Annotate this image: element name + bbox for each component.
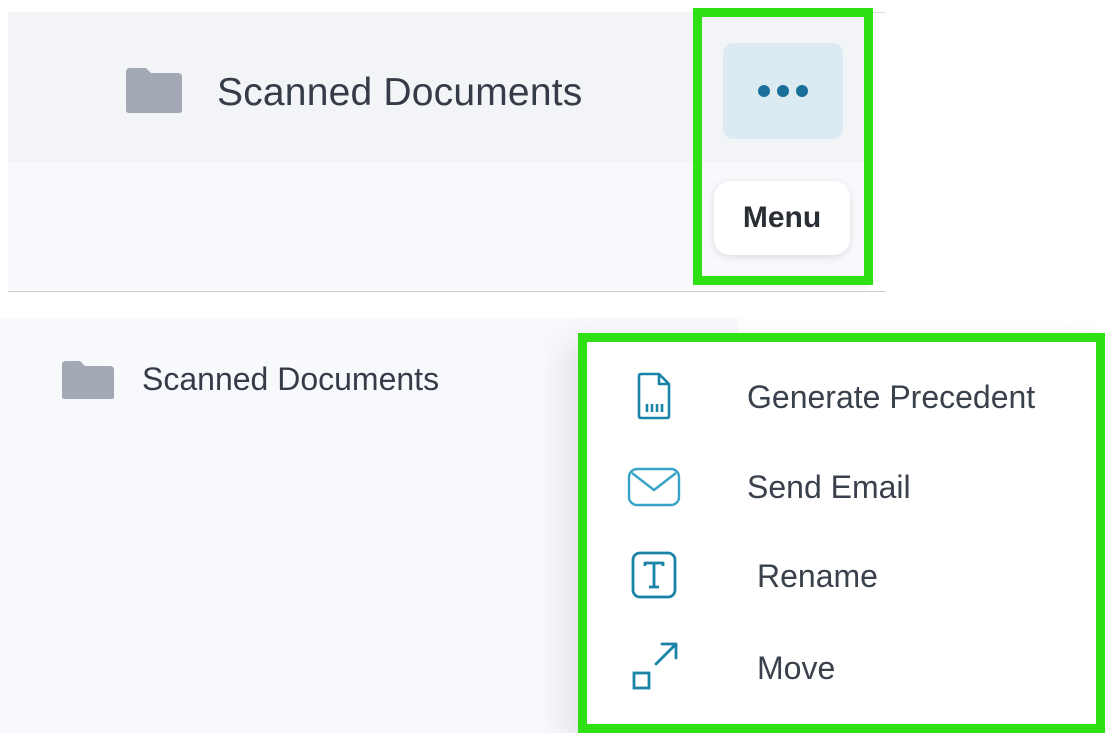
folder-icon [62, 361, 114, 399]
folder-icon [126, 68, 182, 113]
folder-name: Scanned Documents [217, 71, 583, 114]
folder-name: Scanned Documents [142, 361, 440, 397]
highlight-box-top [693, 8, 873, 285]
highlight-box-bottom [578, 333, 1105, 733]
